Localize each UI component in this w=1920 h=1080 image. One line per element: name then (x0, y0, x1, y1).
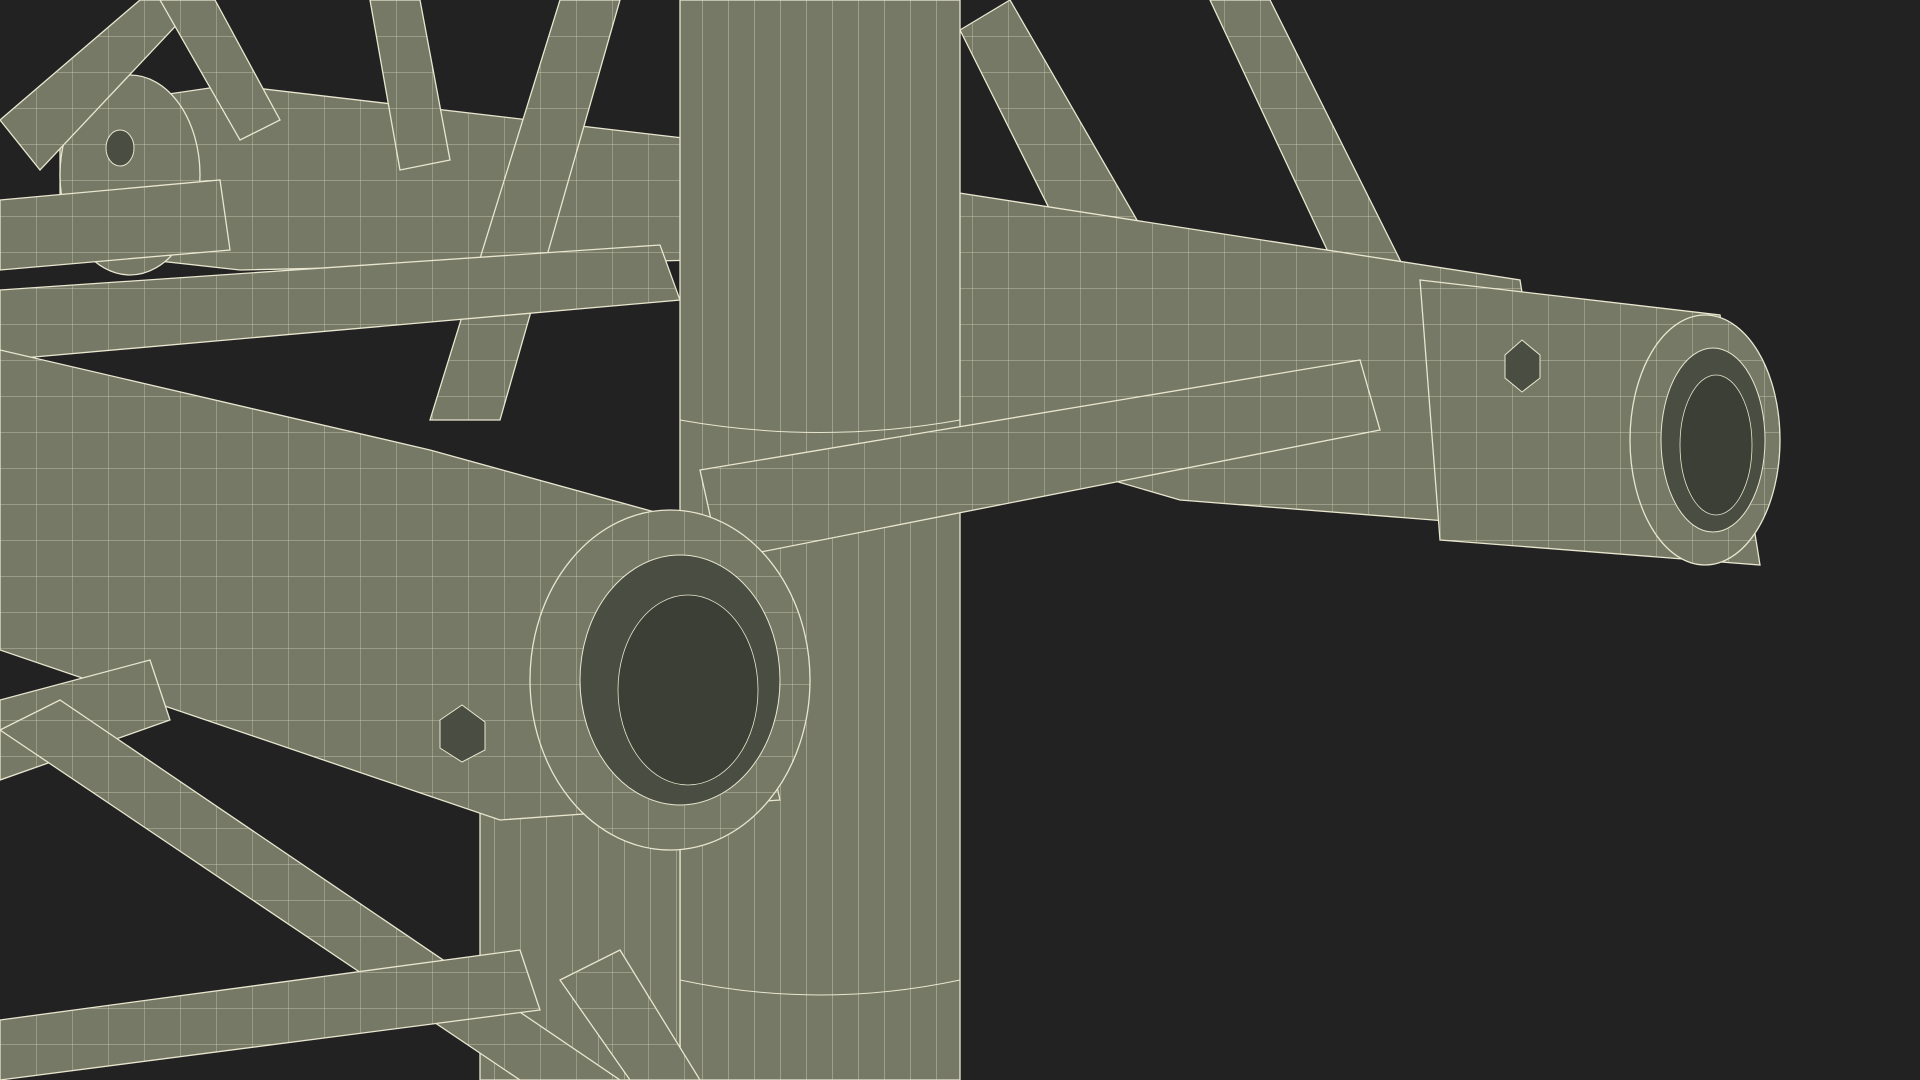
render-viewport (0, 0, 1920, 1080)
